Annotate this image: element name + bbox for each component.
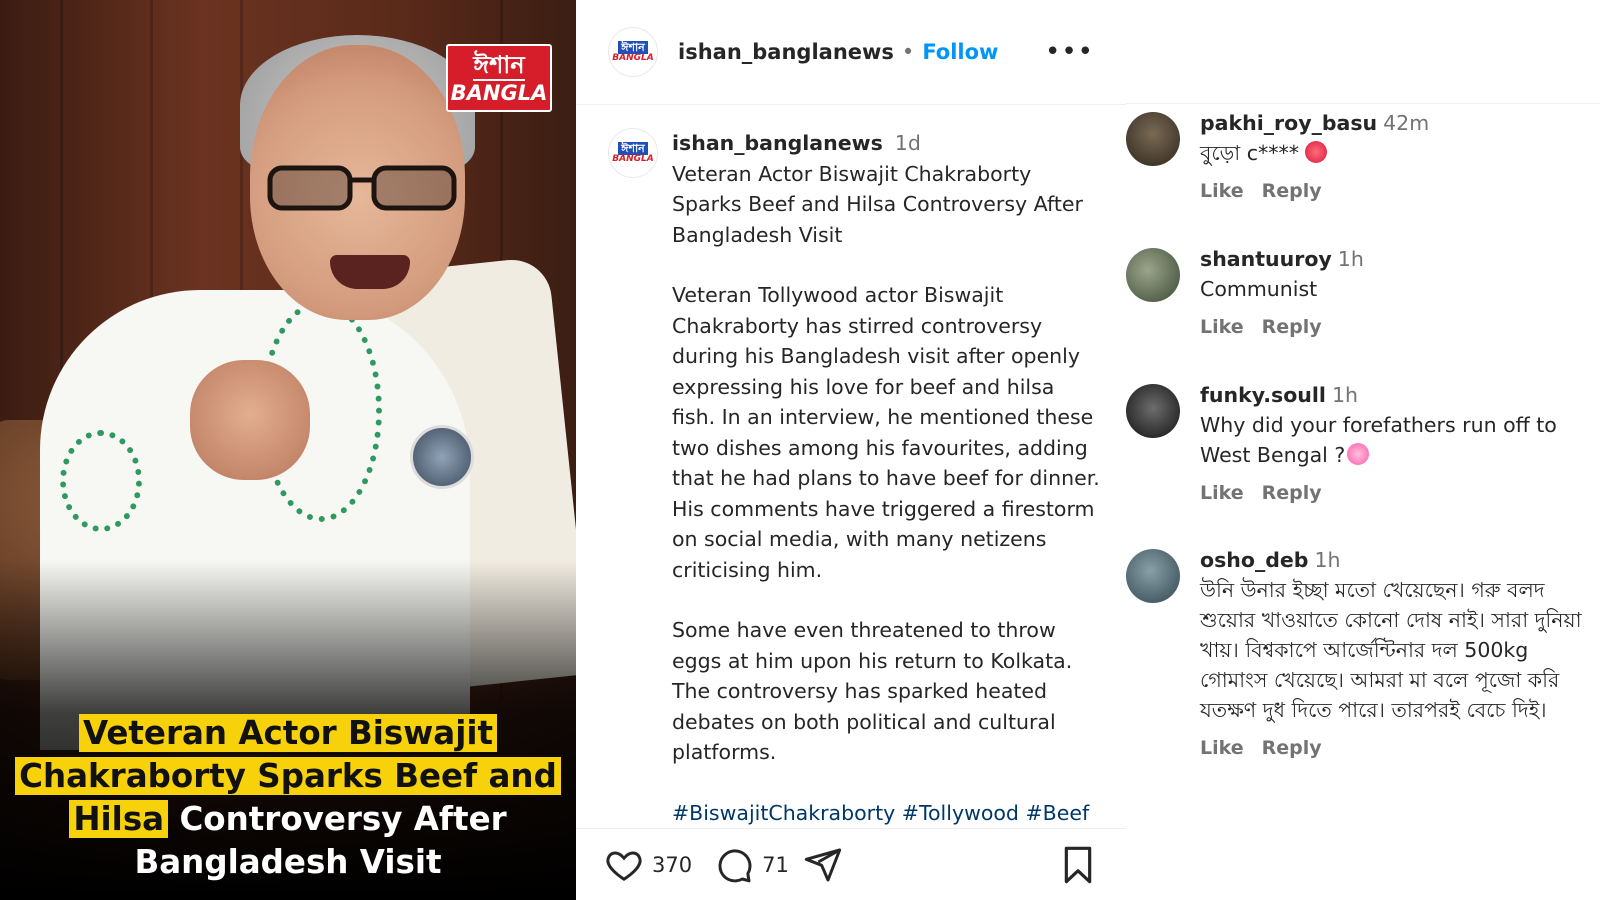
comments-panel[interactable]: pakhi_roy_basu 42m বুড়ো c**** Like Reply … bbox=[1126, 0, 1600, 900]
header-username[interactable]: ishan_banglanews bbox=[678, 40, 894, 64]
caption-paragraph-1: Veteran Tollywood actor Biswajit Chakrab… bbox=[672, 283, 1100, 582]
headline-line-3-highlight: Hilsa bbox=[69, 800, 169, 838]
comment-like-button[interactable]: Like bbox=[1200, 180, 1244, 202]
action-bar: 370 71 bbox=[576, 828, 1126, 900]
comment-like-button[interactable]: Like bbox=[1200, 482, 1244, 504]
image-headline: Veteran Actor Biswajit Chakraborty Spark… bbox=[0, 712, 576, 884]
hashtag-link[interactable]: #BiswajitChakraborty bbox=[672, 801, 895, 825]
caption-paragraph-2: Some have even threatened to throw eggs … bbox=[672, 618, 1073, 764]
like-button[interactable]: 370 bbox=[604, 845, 692, 885]
hand-shape bbox=[190, 360, 310, 480]
comment-button[interactable]: 71 bbox=[714, 845, 789, 885]
headline-line-2: Chakraborty Sparks Beef and bbox=[15, 757, 561, 795]
headline-line-4: Bangladesh Visit bbox=[134, 843, 442, 881]
badge-pin bbox=[410, 425, 474, 489]
comment-time: 1h bbox=[1331, 383, 1358, 407]
logo-bengali-text: ঈশান bbox=[473, 50, 525, 81]
share-icon bbox=[804, 848, 841, 882]
shocked-face-icon bbox=[1347, 443, 1370, 465]
embroidery-pattern bbox=[60, 430, 142, 532]
caption-title: Veteran Actor Biswajit Chakraborty Spark… bbox=[672, 161, 1083, 247]
comment-like-button[interactable]: Like bbox=[1200, 316, 1244, 338]
separator-dot: • bbox=[901, 40, 915, 64]
caption-text: ishan_banglanews 1d Veteran Actor Biswaji… bbox=[672, 128, 1102, 828]
comment-username[interactable]: osho_deb bbox=[1200, 548, 1308, 572]
comment-count: 71 bbox=[762, 853, 789, 877]
comment-reply-button[interactable]: Reply bbox=[1262, 482, 1322, 504]
comment-time: 42m bbox=[1383, 111, 1430, 135]
logo-english-text: BANGLA bbox=[450, 80, 548, 105]
comment-reply-button[interactable]: Reply bbox=[1262, 737, 1322, 759]
post-image[interactable]: ঈশান BANGLA Veteran Actor Biswajit Chakr… bbox=[0, 0, 576, 900]
avatar-logo-subtext: BANGLA bbox=[612, 53, 654, 63]
comments-divider bbox=[1126, 103, 1600, 104]
comment-text: Communist bbox=[1200, 277, 1318, 301]
commenter-avatar[interactable] bbox=[1126, 549, 1180, 603]
comment-text: উনি উনার ইচ্ছা মতো খেয়েছেন। গরু বলদ শুয… bbox=[1200, 578, 1582, 722]
mouth-shape bbox=[330, 255, 410, 289]
account-avatar[interactable]: ঈশান BANGLA bbox=[608, 27, 658, 77]
comment-username[interactable]: pakhi_roy_basu bbox=[1200, 111, 1377, 135]
caption-avatar[interactable]: ঈশান BANGLA bbox=[608, 128, 658, 178]
bookmark-icon bbox=[1064, 846, 1092, 884]
avatar-logo-subtext: BANGLA bbox=[612, 154, 654, 164]
post-header: ঈশান BANGLA ishan_banglanews • Follow ••… bbox=[576, 0, 1126, 105]
comment-text: Why did your forefathers run off to West… bbox=[1200, 413, 1557, 467]
commenter-avatar[interactable] bbox=[1126, 112, 1180, 166]
comment-text: বুড়ো c**** bbox=[1200, 141, 1300, 165]
like-count: 370 bbox=[652, 853, 693, 877]
angry-face-icon bbox=[1305, 141, 1328, 163]
caption-time[interactable]: 1d bbox=[895, 131, 921, 155]
follow-button[interactable]: Follow bbox=[922, 40, 998, 64]
comment-like-button[interactable]: Like bbox=[1200, 737, 1244, 759]
more-options-icon[interactable]: ••• bbox=[1045, 37, 1094, 67]
commenter-avatar[interactable] bbox=[1126, 384, 1180, 438]
hashtag-link[interactable]: #Tollywood bbox=[902, 801, 1019, 825]
comment-time: 1h bbox=[1314, 548, 1341, 572]
comment-time: 1h bbox=[1337, 247, 1364, 271]
comment-icon bbox=[718, 849, 752, 883]
hashtag-list: #BiswajitChakraborty #Tollywood #Beef bbox=[672, 798, 1102, 829]
comment-username[interactable]: funky.soull bbox=[1200, 383, 1326, 407]
share-button[interactable] bbox=[803, 845, 843, 885]
headline-line-3-rest: Controversy After bbox=[179, 800, 507, 838]
caption-section: ঈশান BANGLA ishan_banglanews 1d Veteran A… bbox=[576, 104, 1126, 828]
caption-username[interactable]: ishan_banglanews bbox=[672, 131, 883, 155]
comment-reply-button[interactable]: Reply bbox=[1262, 180, 1322, 202]
hashtag-link[interactable]: #Beef bbox=[1025, 801, 1089, 825]
headline-line-1: Veteran Actor Biswajit bbox=[78, 714, 498, 752]
instagram-post-view: ঈশান BANGLA Veteran Actor Biswajit Chakr… bbox=[0, 0, 1600, 900]
save-button[interactable] bbox=[1060, 845, 1096, 885]
comment-reply-button[interactable]: Reply bbox=[1262, 316, 1322, 338]
glasses-icon bbox=[267, 165, 457, 211]
commenter-avatar[interactable] bbox=[1126, 248, 1180, 302]
comment-username[interactable]: shantuuroy bbox=[1200, 247, 1332, 271]
ishan-bangla-logo: ঈশান BANGLA bbox=[446, 44, 552, 112]
heart-icon bbox=[606, 851, 642, 881]
